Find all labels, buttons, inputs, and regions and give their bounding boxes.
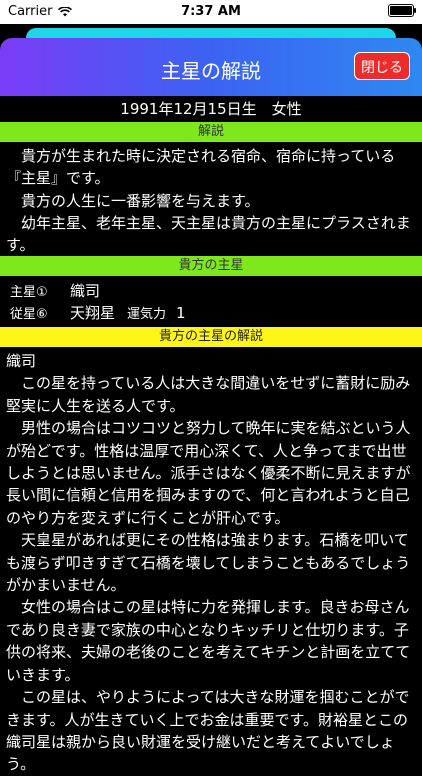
detail-paragraph: 男性の場合はコツコツと努力して晩年に実を結ぶという人が殆どです。性格は温厚で用心… — [6, 419, 411, 527]
section-header-explanation: 解説 — [0, 122, 422, 142]
clock: 7:37 AM — [181, 4, 241, 19]
luck-value: 1 — [176, 304, 186, 322]
gender: 女性 — [271, 100, 302, 118]
status-bar: Carrier 7:37 AM — [0, 0, 422, 24]
detail-paragraph: 女性の場合はこの星は特に力を発揮します。良きお母さんであり良き妻で家族の中心とな… — [6, 598, 411, 684]
detail-paragraph: この星は、やりようによっては大きな財運を掴むことができます。人が生きていく上でお… — [6, 688, 410, 774]
main-star-detail-text: 織司 この星を持っている人は大きな間違いをせずに蓄財に励み堅実に人生を送る人です… — [6, 350, 416, 776]
close-button[interactable]: 閉じる — [354, 52, 410, 80]
battery-icon — [388, 4, 416, 17]
section-header-your-main-star: 貴方の主星 — [0, 256, 422, 276]
section-header-main-star-explanation: 貴方の主星の解説 — [0, 327, 422, 347]
main-star-row: 主星① 織司 — [10, 280, 100, 304]
detail-paragraph: 織司 — [6, 352, 37, 370]
explanation-paragraph: 貴方が生まれた時に決定される宿命、宿命に持っている『主星』です。 — [6, 147, 396, 188]
status-right — [388, 4, 416, 17]
main-star-label: 主星① — [10, 285, 48, 300]
explanation-text: 貴方が生まれた時に決定される宿命、宿命に持っている『主星』です。 貴方の人生に一… — [6, 145, 416, 256]
explanation-paragraph: 幼年主星、老年主星、天主星は貴方の主星にプラスされます。 — [6, 213, 411, 255]
detail-paragraph: この星を持っている人は大きな間違いをせずに蓄財に励み堅実に人生を送る人です。 — [6, 374, 411, 415]
luck-label: 運気力 — [127, 307, 167, 322]
sub-star-row: 従星⑥ 天翔星 運気力 1 — [10, 302, 186, 326]
sub-star-value: 天翔星 — [70, 304, 116, 322]
detail-paragraph: 天皇星があれば更にその性格は強まります。石橋を叩いても渡らず叩きすぎて石橋を壊し… — [6, 531, 411, 595]
explanation-paragraph: 貴方の人生に一番影響を与えます。 — [6, 191, 260, 210]
birth-date: 1991年12月15日生 — [120, 100, 257, 118]
profile-line: 1991年12月15日生 女性 — [0, 96, 422, 122]
modal-header: 主星の解説 閉じる — [0, 38, 422, 96]
sub-star-label: 従星⑥ — [10, 307, 48, 322]
main-star-value: 織司 — [70, 282, 101, 300]
